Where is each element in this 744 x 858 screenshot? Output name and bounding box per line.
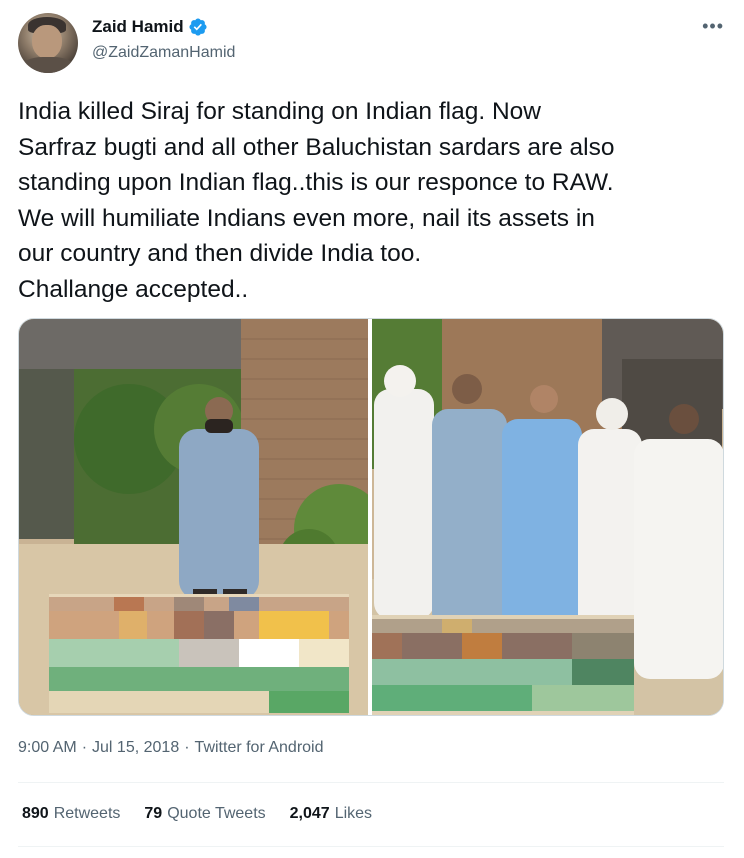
tweet-date[interactable]: Jul 15, 2018 [92, 739, 179, 757]
tweet-source[interactable]: Twitter for Android [195, 739, 324, 757]
likes-label: Likes [334, 805, 373, 822]
photo-right-scene [372, 319, 723, 715]
likes-stat[interactable]: 2,047 Likes [290, 805, 372, 823]
avatar[interactable] [18, 13, 78, 73]
photo-left[interactable] [19, 319, 368, 715]
author-name-row: Zaid Hamid [92, 17, 208, 37]
retweets-label: Retweets [53, 805, 121, 822]
tweet-text: India killed Siraj for standing on India… [18, 98, 615, 303]
photo-right[interactable] [372, 319, 723, 715]
tweet-stats: 890 Retweets 79 Quote Tweets 2,047 Likes [22, 805, 372, 823]
divider [18, 782, 724, 783]
tweet-meta: 9:00 AM · Jul 15, 2018 · Twitter for And… [18, 739, 324, 757]
quote-tweets-stat[interactable]: 79 Quote Tweets [144, 805, 265, 823]
author-handle[interactable]: @ZaidZamanHamid [92, 44, 235, 62]
tweet-time[interactable]: 9:00 AM [18, 739, 77, 757]
avatar-shoulders [22, 57, 74, 73]
meta-separator: · [81, 739, 88, 756]
retweets-count: 890 [22, 805, 49, 822]
verified-badge-icon [189, 18, 207, 36]
photo-left-scene [19, 319, 368, 715]
tweet-media[interactable] [18, 318, 724, 716]
divider [18, 846, 724, 847]
avatar-face [32, 25, 62, 59]
pixelated-region-left [49, 594, 349, 713]
quote-tweets-count: 79 [144, 805, 163, 822]
display-name[interactable]: Zaid Hamid [92, 17, 184, 37]
more-options-icon[interactable]: ••• [702, 16, 724, 37]
likes-count: 2,047 [289, 805, 330, 822]
quote-tweets-label: Quote Tweets [167, 805, 266, 822]
pixelated-region-right [372, 615, 634, 715]
meta-separator: · [184, 739, 190, 756]
retweets-stat[interactable]: 890 Retweets [22, 805, 120, 823]
